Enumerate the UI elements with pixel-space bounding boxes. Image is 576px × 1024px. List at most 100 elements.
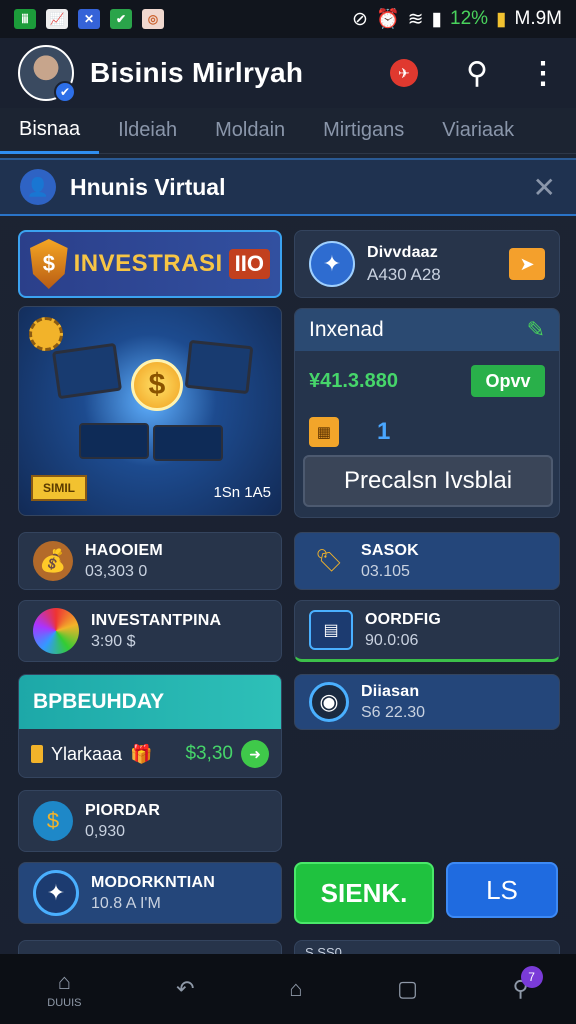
page-title: Bisinis Mirlryah <box>90 57 304 88</box>
mute-icon: ⊘ <box>352 8 368 30</box>
item-title: INVESTANTPINA <box>91 611 222 629</box>
app-header: ✔ Bisinis Mirlryah ✈ ⚲ ⋮ <box>0 38 576 108</box>
item-value: 10.8 A I'M <box>91 894 161 912</box>
panel-title: Inxenad <box>309 318 384 341</box>
item-title: SASOK <box>361 541 419 559</box>
item-value: 03,303 0 <box>85 562 148 580</box>
teal-title: BPBEUHDAY <box>19 675 281 729</box>
invest-banner[interactable]: $ INVESTRASI IIO <box>18 230 282 298</box>
search-icon[interactable]: ⚲ <box>466 56 488 91</box>
info-banner: 👤 Hnunis Virtual ✕ <box>0 158 576 216</box>
list-item[interactable]: 💰 HAOOIEM 03,303 0 <box>18 532 282 590</box>
illustration-caption: 1Sn 1A5 <box>213 484 271 501</box>
more-icon[interactable]: ⋮ <box>528 56 558 91</box>
back-icon: ↶ <box>176 976 195 1001</box>
list-item[interactable]: 🏷 SASOK 03.105 <box>294 532 560 590</box>
status-bar: ⅲ 📈 ✕ ✔ ◎ ⊘ ⏰ ≋ ▮ 12% ▮ M.9M <box>0 0 576 38</box>
primary-action-button[interactable]: Precalsn Ivsblai <box>303 455 553 507</box>
clock: M.9M <box>514 8 563 29</box>
list-item[interactable]: INVESTANTPINA 3:90 $ <box>18 600 282 662</box>
user-icon: 👤 <box>20 169 56 205</box>
list-item[interactable]: ▤ OORDFIG 90.0:06 <box>294 600 560 662</box>
bottom-nav: ⌂ DUUIS ↶ ⌂ ▢ ⚲ 7 <box>0 954 576 1024</box>
panel-price: ¥41.3.880 <box>309 369 398 392</box>
monitor-graphic <box>51 342 123 400</box>
alarm-icon: ⏰ <box>375 9 400 30</box>
item-value: 0,930 <box>85 822 126 840</box>
card-title: Divvdaaz <box>367 243 438 261</box>
tab-bisnaa[interactable]: Bisnaa <box>0 108 100 154</box>
tab-ildeiah[interactable]: Ildeiah <box>99 108 196 154</box>
illustration-tag: SIMIL <box>31 475 87 501</box>
quantity-value: 1 <box>377 418 391 445</box>
check-notification-icon: ✔ <box>110 9 132 29</box>
handshake-icon: ✦ <box>33 870 79 916</box>
nav-recent[interactable]: ▢ <box>397 976 418 1002</box>
home-outline-icon: ⌂ <box>289 976 303 1001</box>
wallet-icon: 💰 <box>33 541 73 581</box>
chart-notification-icon: 📈 <box>46 9 68 29</box>
avatar[interactable]: ✔ <box>18 45 76 103</box>
nav-search[interactable]: ⚲ 7 <box>513 966 543 1002</box>
tab-bar: Bisnaa Ildeiah Moldain Mirtigans Viariaa… <box>0 108 576 154</box>
edit-icon[interactable]: ✎ <box>527 317 545 343</box>
list-item[interactable]: $ PIORDAR 0,930 <box>18 790 282 852</box>
list-item[interactable]: ◉ Diiasan S6 22.30 <box>294 674 560 730</box>
item-title: OORDFIG <box>365 610 442 628</box>
item-value: 3:90 $ <box>91 632 136 650</box>
app-notification-icon: ⅲ <box>14 9 36 29</box>
notification-badge: 7 <box>520 966 543 988</box>
close-icon[interactable]: ✕ <box>533 171 556 204</box>
tag-icon <box>31 745 43 763</box>
info-title: Hnunis Virtual <box>70 173 226 200</box>
app-notification-icon: ✕ <box>78 9 100 29</box>
item-title: HAOOIEM <box>85 541 163 559</box>
money-bag-icon: $ <box>33 801 73 841</box>
tab-viariaak[interactable]: Viariaak <box>423 108 533 154</box>
blue-button[interactable]: LS <box>446 862 558 918</box>
camera-icon: ◉ <box>309 682 349 722</box>
pie-chart-icon <box>33 608 79 654</box>
nav-home-label: DUUIS <box>47 997 82 1009</box>
battery-icon: ▮ <box>496 8 507 30</box>
arrow-icon[interactable]: ➜ <box>241 740 269 768</box>
shield-dollar-icon: $ <box>30 239 68 289</box>
monitor-graphic <box>184 339 254 395</box>
item-title: MODORKNTIAN <box>91 873 215 891</box>
list-item[interactable]: ✦ MODORKNTIAN 10.8 A I'M <box>18 862 282 924</box>
item-value: S6 22.30 <box>361 703 426 721</box>
dollar-coin-icon: $ <box>131 359 183 411</box>
nav-home-button[interactable]: ⌂ <box>289 976 302 1002</box>
battery-percent: 12% <box>450 8 489 29</box>
green-button[interactable]: SIENK. <box>294 862 434 924</box>
open-button[interactable]: Opvv <box>471 365 545 397</box>
chart-icon: ▤ <box>309 610 353 650</box>
signal-icon: ▮ <box>431 8 442 30</box>
tag-icon: 🏷 <box>315 548 343 573</box>
gift-icon: 🎁 <box>130 743 153 764</box>
arrow-icon[interactable]: ➤ <box>509 248 545 280</box>
gear-icon <box>29 317 63 351</box>
wifi-icon: ≋ <box>407 8 424 30</box>
banner-number: IIO <box>228 249 270 279</box>
verified-icon: ✔ <box>54 81 76 103</box>
laptop-graphic <box>79 423 149 459</box>
home-icon: ⌂ <box>57 969 72 994</box>
handshake-icon: ✦ <box>309 241 355 287</box>
laptop-graphic <box>153 425 223 461</box>
item-title: PIORDAR <box>85 801 161 819</box>
app-notification-icon: ◎ <box>142 9 164 29</box>
teal-amount: $3,30 <box>185 743 233 764</box>
item-value: 03.105 <box>361 562 410 580</box>
tab-mirtigans[interactable]: Mirtigans <box>304 108 423 154</box>
birthday-card[interactable]: BPBEUHDAY Ylarkaaa 🎁 $3,30 ➜ <box>18 674 282 778</box>
item-title: Diiasan <box>361 682 420 700</box>
recent-apps-icon: ▢ <box>397 976 418 1001</box>
linked-panel: Inxenad ✎ ¥41.3.880 Opvv ▦ 1 Precalsn Iv… <box>294 308 560 518</box>
tab-moldain[interactable]: Moldain <box>196 108 304 154</box>
nav-home[interactable]: ⌂ DUUIS <box>47 969 81 1009</box>
pin-icon[interactable]: ✈ <box>390 59 419 87</box>
banner-word: INVESTRASI <box>73 250 223 277</box>
nav-back[interactable]: ↶ <box>176 976 194 1002</box>
dividends-card[interactable]: ✦ Divvdaaz A430 A28 ➤ <box>294 230 560 298</box>
